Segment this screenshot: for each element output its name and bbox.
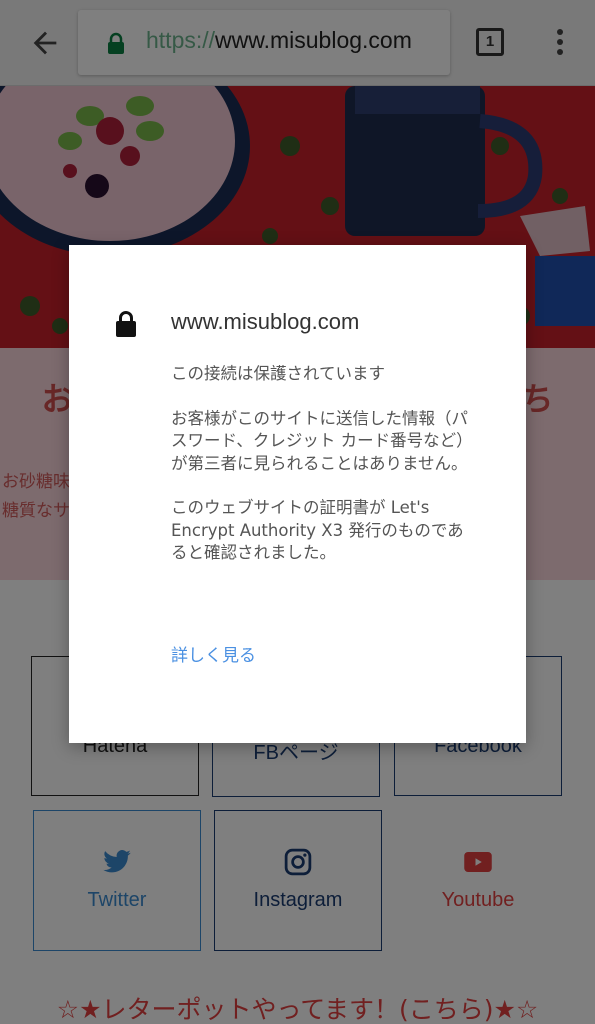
details-link[interactable]: 詳しく見る [171,641,256,666]
lock-icon [116,311,136,337]
dialog-body: この接続は保護されています お客様がこのサイトに送信した情報（パスワード、クレジ… [171,363,471,587]
connection-status: この接続は保護されています [171,364,386,383]
connection-description: お客様がこのサイトに送信した情報（パスワード、クレジット カード番号など）が第三… [171,408,468,473]
certificate-info: このウェブサイトの証明書が Let's Encrypt Authority X3… [171,498,464,562]
dialog-title: www.misublog.com [171,309,360,334]
connection-info-dialog: www.misublog.com この接続は保護されています お客様がこのサイト… [69,245,526,743]
